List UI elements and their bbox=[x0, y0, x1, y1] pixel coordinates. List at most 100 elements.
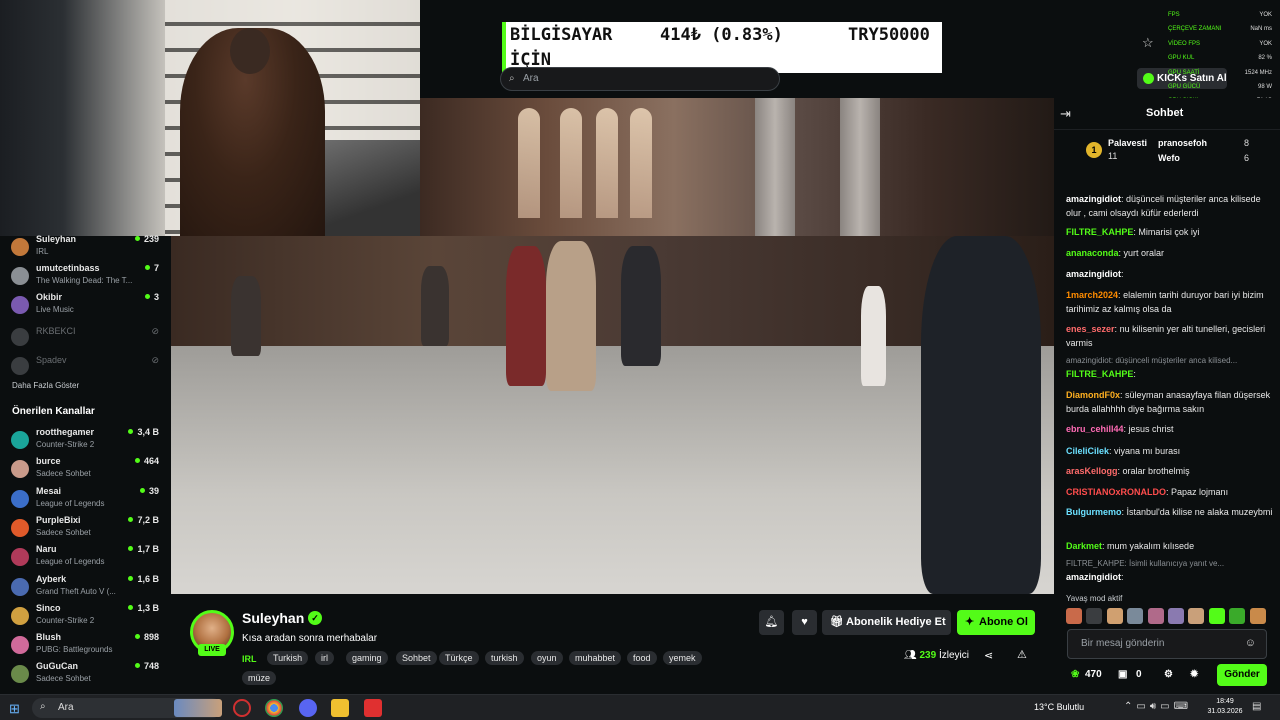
sidebar-channel[interactable]: Okibir Live Music 3 bbox=[0, 292, 171, 321]
sidebar-channel[interactable]: Sinco Counter-Strike 2 1,3 B bbox=[0, 603, 171, 632]
chat-username[interactable]: amazingidiot bbox=[1066, 269, 1121, 279]
emote-icon[interactable] bbox=[1209, 608, 1225, 624]
chat-badge-icon[interactable]: ✹ bbox=[1190, 669, 1198, 680]
weather-widget[interactable]: 13°C Bulutlu bbox=[1034, 702, 1084, 712]
leader-score: 6 bbox=[1244, 153, 1250, 163]
channel-avatar bbox=[11, 296, 29, 314]
chat-username[interactable]: DiamondF0x bbox=[1066, 390, 1120, 400]
stream-tag[interactable]: Sohbet bbox=[396, 651, 437, 665]
emote-icon[interactable] bbox=[1086, 608, 1102, 624]
subscribe-button[interactable]: ✦ Abone Ol bbox=[957, 610, 1035, 635]
system-tray-icons[interactable]: ⌃▭🔊︎▭⌨ bbox=[1124, 701, 1192, 712]
file-explorer-icon[interactable] bbox=[331, 699, 349, 717]
chat-username[interactable]: ananaconda bbox=[1066, 248, 1119, 258]
taskbar-widget-image[interactable] bbox=[174, 699, 222, 717]
sidebar-channel[interactable]: Blush PUBG: Battlegrounds 898 bbox=[0, 632, 171, 661]
sidebar-channel[interactable]: Mesai League of Legends 39 bbox=[0, 486, 171, 515]
video-player-top[interactable] bbox=[420, 98, 1054, 236]
sidebar-channel[interactable]: Naru League of Legends 1,7 B bbox=[0, 544, 171, 573]
discord-app-icon[interactable] bbox=[299, 699, 317, 717]
emoji-picker-icon[interactable]: ☺ bbox=[1245, 637, 1256, 649]
emote-icon[interactable] bbox=[1107, 608, 1123, 624]
video-player[interactable] bbox=[171, 236, 1054, 594]
emote-icon[interactable] bbox=[1168, 608, 1184, 624]
chrome-app-icon[interactable] bbox=[265, 699, 283, 717]
sidebar-channel[interactable]: GuGuCan Sadece Sohbet 748 bbox=[0, 661, 171, 690]
visitor-figure bbox=[621, 246, 661, 366]
show-more-link[interactable]: Daha Fazla Göster bbox=[12, 381, 79, 390]
sidebar-channel[interactable]: burce Sadece Sohbet 464 bbox=[0, 456, 171, 485]
stream-tag[interactable]: muhabbet bbox=[569, 651, 622, 665]
sidebar-channel[interactable]: Suleyhan IRL 239 bbox=[0, 234, 171, 263]
gift-subscription-button[interactable]: 🎁︎ Abonelik Hediye Et bbox=[822, 610, 951, 635]
search-icon: ⌕ bbox=[40, 701, 46, 712]
stream-tag[interactable]: gaming bbox=[346, 651, 388, 665]
visitor-figure bbox=[861, 286, 886, 386]
stream-tag[interactable]: food bbox=[627, 651, 657, 665]
emote-icon[interactable] bbox=[1188, 608, 1204, 624]
sparkle-icon: ✦ bbox=[965, 616, 975, 628]
stream-tag[interactable]: yemek bbox=[663, 651, 702, 665]
category-link[interactable]: IRL bbox=[242, 654, 257, 664]
chat-username[interactable]: amazingidiot bbox=[1066, 572, 1121, 582]
share-icon[interactable]: ⋖ bbox=[984, 649, 993, 662]
send-button[interactable]: Gönder bbox=[1217, 664, 1267, 686]
visitor-figure bbox=[231, 276, 261, 356]
stream-tag[interactable]: irl bbox=[315, 651, 334, 665]
chat-username[interactable]: FILTRE_KAHPE bbox=[1066, 227, 1133, 237]
chat-username[interactable]: CRISTIANOxRONALDO bbox=[1066, 487, 1166, 497]
search-input[interactable]: ⌕ Ara bbox=[500, 67, 780, 91]
chat-username[interactable]: ebru_cehill44 bbox=[1066, 424, 1124, 434]
chat-message-input[interactable]: Bir mesaj gönderin ☺ bbox=[1067, 629, 1267, 659]
sidebar-channel[interactable]: umutcetinbass The Walking Dead: The T... 7 bbox=[0, 263, 171, 292]
stained-window bbox=[596, 108, 618, 218]
visitor-figure bbox=[421, 266, 449, 346]
sidebar-channel-offline[interactable]: Spadev ⊘ bbox=[0, 353, 171, 382]
emote-icon[interactable] bbox=[1066, 608, 1082, 624]
emote-icon[interactable] bbox=[1148, 608, 1164, 624]
hw-row: ÇERÇEVE ZAMANI NaN ms bbox=[1168, 22, 1272, 36]
stream-tag[interactable]: Turkish bbox=[267, 651, 309, 665]
sidebar-channel-offline[interactable]: RKBEKCI ⊘ bbox=[0, 324, 171, 353]
clock[interactable]: 18:49 31.03.2026 bbox=[1205, 697, 1245, 717]
channel-name: Spadev bbox=[36, 355, 67, 365]
stream-tag[interactable]: turkish bbox=[485, 651, 524, 665]
channel-category: The Walking Dead: The T... bbox=[36, 276, 133, 285]
chat-username[interactable]: CileliCilek bbox=[1066, 446, 1109, 456]
stream-title: Kısa aradan sonra merhabalar bbox=[242, 633, 378, 644]
notification-icon[interactable]: ▤ bbox=[1252, 701, 1261, 712]
chat-username[interactable]: Darkmet bbox=[1066, 541, 1102, 551]
sidebar-channel[interactable]: Ayberk Grand Theft Auto V (... 1,6 B bbox=[0, 574, 171, 603]
report-icon[interactable]: ⚠ bbox=[1017, 648, 1027, 661]
obs-app-icon[interactable] bbox=[233, 699, 251, 717]
kicks-wallet-icon[interactable]: ▣ bbox=[1118, 669, 1127, 680]
chat-message: arasKellogg: oralar brothelmiş bbox=[1066, 466, 1190, 476]
sidebar-channel[interactable]: PurpleBixi Sadece Sohbet 7,2 B bbox=[0, 515, 171, 544]
sidebar-channel[interactable]: rootthegamer Counter-Strike 2 3,4 B bbox=[0, 427, 171, 456]
stream-tag[interactable]: müze bbox=[242, 671, 277, 685]
channel-viewers: 239 bbox=[135, 234, 159, 244]
chat-username[interactable]: FILTRE_KAHPE bbox=[1066, 369, 1133, 379]
stream-tag[interactable]: oyun bbox=[531, 651, 563, 665]
windows-start-icon[interactable]: ⊞ bbox=[9, 701, 20, 717]
chat-username[interactable]: amazingidiot bbox=[1066, 194, 1121, 204]
emote-icon[interactable] bbox=[1229, 608, 1245, 624]
settings-gear-icon[interactable]: ⚙ bbox=[1164, 669, 1173, 680]
stream-tag[interactable]: Türkçe bbox=[439, 651, 479, 665]
media-app-icon[interactable] bbox=[364, 699, 382, 717]
bookmark-star-icon[interactable]: ☆ bbox=[1142, 35, 1154, 51]
streamer-name[interactable]: Suleyhan bbox=[242, 610, 304, 626]
channel-avatar bbox=[11, 328, 29, 346]
channel-avatar bbox=[11, 460, 29, 479]
follow-heart-button[interactable]: ♥ bbox=[792, 610, 817, 635]
chat-username[interactable]: enes_sezer bbox=[1066, 324, 1115, 334]
emote-icon[interactable] bbox=[1250, 608, 1266, 624]
chat-panel: ⇥ Sohbet 1 Palavesti 11 pranosefoh 8 Wef… bbox=[1054, 98, 1280, 694]
emote-icon[interactable] bbox=[1127, 608, 1143, 624]
notification-bell-button[interactable]: 🔔︎ bbox=[759, 610, 784, 635]
chat-username[interactable]: Bulgurmemo bbox=[1066, 507, 1122, 517]
chat-username[interactable]: 1march2024 bbox=[1066, 290, 1118, 300]
leader-name: pranosefoh bbox=[1158, 138, 1208, 148]
chat-username[interactable]: arasKellogg bbox=[1066, 466, 1118, 476]
collapse-chat-icon[interactable]: ⇥ bbox=[1060, 106, 1071, 122]
